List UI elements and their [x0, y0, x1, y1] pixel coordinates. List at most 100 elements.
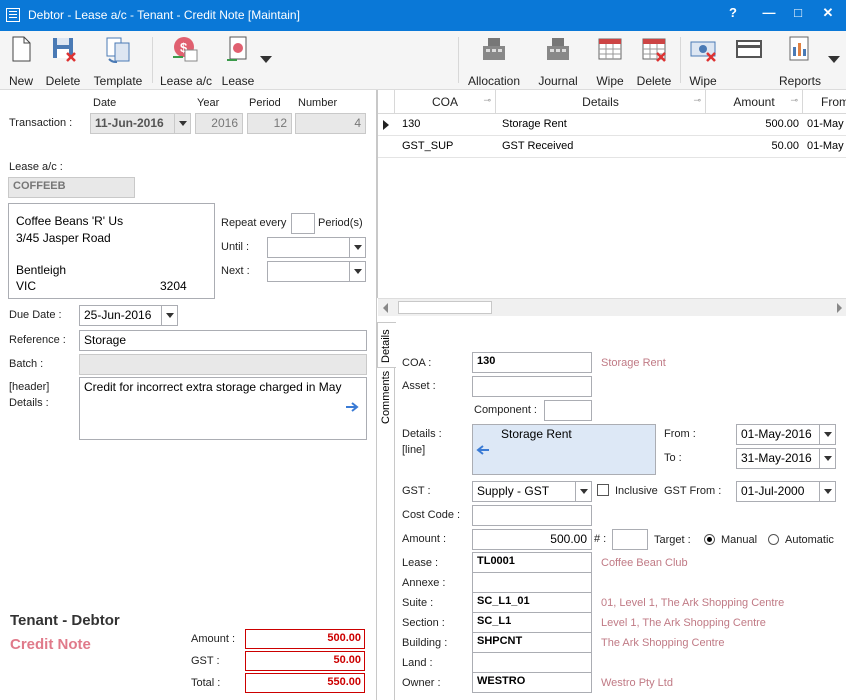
maximize-button[interactable]: □	[787, 5, 809, 25]
delete-button[interactable]: Delete	[44, 35, 82, 88]
manual-label: Manual	[721, 534, 758, 546]
table-row[interactable]: GST_SUP GST Received 50.00 01-May	[378, 136, 846, 158]
arrow-right-icon[interactable]	[346, 402, 360, 412]
section-field[interactable]: SC_L1	[472, 612, 592, 633]
hash-field[interactable]	[612, 529, 648, 550]
new-button[interactable]: New	[6, 35, 36, 88]
manual-radio[interactable]	[704, 534, 715, 545]
to-date-value: 31-May-2016	[741, 451, 812, 465]
scroll-right-icon[interactable]	[837, 303, 842, 313]
calendar-delete-icon	[640, 35, 668, 63]
next-select[interactable]	[267, 261, 366, 282]
amount-field[interactable]: 500.00	[472, 529, 592, 550]
toolbar-separator	[152, 37, 153, 83]
reports-button[interactable]: Reports	[778, 35, 822, 88]
template-button[interactable]: Template	[92, 35, 144, 88]
building-description: The Ark Shopping Centre	[601, 637, 725, 649]
until-select[interactable]	[267, 237, 366, 258]
wipe2-button[interactable]: Wipe	[686, 35, 720, 88]
delete-lines-button[interactable]: Delete	[634, 35, 674, 88]
gst-select[interactable]: Supply - GST	[472, 481, 592, 502]
allocation-button[interactable]: Allocation	[466, 35, 522, 88]
coa-label: COA :	[402, 357, 432, 369]
more-dropdown-icon[interactable]	[260, 56, 272, 63]
chevron-down-icon[interactable]	[349, 262, 365, 281]
chevron-down-icon[interactable]	[161, 306, 177, 325]
allocation-label: Allocation	[467, 74, 521, 88]
grid-header-details[interactable]: Details ⊸	[496, 90, 706, 114]
radio-dot	[707, 537, 712, 542]
cost-code-field[interactable]	[472, 505, 592, 526]
arrow-left-icon[interactable]	[475, 445, 489, 455]
owner-field[interactable]: WESTRO	[472, 672, 592, 693]
inclusive-checkbox[interactable]	[597, 484, 609, 496]
hash-label: # :	[594, 533, 607, 545]
horizontal-scrollbar[interactable]	[378, 298, 846, 316]
reference-label: Reference :	[9, 334, 66, 346]
from-date-select[interactable]: 01-May-2016	[736, 424, 836, 445]
wipe-label: Wipe	[596, 74, 624, 88]
lease-button[interactable]: Lease	[220, 35, 256, 88]
date-header: Date	[93, 97, 117, 109]
summary-total: 550.00	[245, 673, 365, 693]
reports-label: Reports	[778, 74, 822, 88]
transaction-date-select[interactable]: 11-Jun-2016	[90, 113, 191, 134]
reports-dropdown-icon[interactable]	[828, 56, 840, 63]
chevron-down-icon[interactable]	[575, 482, 591, 501]
batch-label: Batch :	[9, 358, 44, 370]
chevron-down-icon[interactable]	[819, 482, 835, 501]
component-field[interactable]	[544, 400, 592, 421]
delete-label: Delete	[45, 74, 81, 88]
pin-icon[interactable]: ⊸	[483, 95, 491, 106]
pin-icon[interactable]: ⊸	[693, 95, 701, 106]
lease-ac-field[interactable]: COFFEEB	[8, 177, 135, 198]
help-button[interactable]: ?	[722, 5, 744, 25]
table-row[interactable]: 130 Storage Rent 500.00 01-May	[378, 114, 846, 136]
minimize-button[interactable]: —	[758, 5, 780, 25]
coa-field[interactable]: 130	[472, 352, 592, 373]
lease-ac-button[interactable]: $ Lease a/c	[160, 35, 212, 88]
chevron-down-icon[interactable]	[349, 238, 365, 257]
repeat-every-field[interactable]	[291, 213, 315, 234]
pin-icon[interactable]: ⊸	[790, 95, 798, 106]
pane-divider[interactable]	[376, 90, 377, 700]
chevron-down-icon[interactable]	[819, 449, 835, 468]
chevron-down-icon[interactable]	[819, 425, 835, 444]
suite-field[interactable]: SC_L1_01	[472, 592, 592, 613]
wipe-button[interactable]: Wipe	[592, 35, 628, 88]
building-field[interactable]: SHPCNT	[472, 632, 592, 653]
window-icon	[735, 35, 763, 63]
tab-comments[interactable]: Comments	[378, 370, 395, 428]
grid-header-from[interactable]: From	[803, 90, 846, 114]
grid-header-amount[interactable]: Amount ⊸	[706, 90, 803, 114]
header-details-value: Credit for incorrect extra storage charg…	[84, 380, 342, 394]
window-button[interactable]	[734, 35, 764, 63]
header-details-field[interactable]: Credit for incorrect extra storage charg…	[79, 377, 367, 440]
chevron-down-icon[interactable]	[174, 114, 190, 133]
coa-description: Storage Rent	[601, 357, 666, 369]
line-details-label2: [line]	[402, 444, 426, 456]
suite-label: Suite :	[402, 597, 434, 609]
automatic-radio[interactable]	[768, 534, 779, 545]
address-line1: Coffee Beans 'R' Us	[16, 214, 124, 228]
scroll-thumb[interactable]	[398, 301, 492, 314]
reference-field[interactable]: Storage	[79, 330, 367, 351]
due-date-select[interactable]: 25-Jun-2016	[79, 305, 178, 326]
journal-button[interactable]: Journal	[536, 35, 580, 88]
to-date-select[interactable]: 31-May-2016	[736, 448, 836, 469]
reports-icon	[786, 35, 814, 63]
asset-field[interactable]	[472, 376, 592, 397]
side-tabs: Details Comments	[377, 322, 396, 700]
template-label: Template	[93, 74, 143, 88]
grid-header-coa[interactable]: COA ⊸	[395, 90, 496, 114]
scroll-left-icon[interactable]	[383, 303, 388, 313]
annexe-field[interactable]	[472, 572, 592, 593]
close-button[interactable]: ✕	[817, 5, 839, 25]
tab-details[interactable]: Details	[377, 322, 396, 368]
money-wipe-icon	[689, 35, 717, 63]
lease-field[interactable]: TL0001	[472, 552, 592, 573]
calendar-wipe-icon	[596, 35, 624, 63]
land-field[interactable]	[472, 652, 592, 673]
gst-from-select[interactable]: 01-Jul-2000	[736, 481, 836, 502]
line-details-field[interactable]: Storage Rent	[472, 424, 656, 475]
